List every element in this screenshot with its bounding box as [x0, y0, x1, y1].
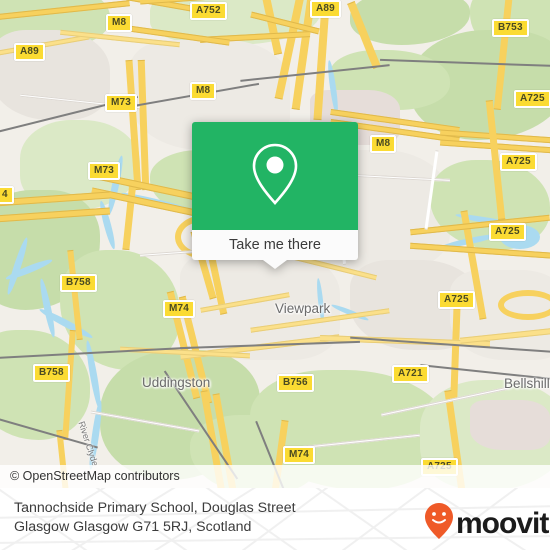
- map-screenshot: A752 M8 A89 B753 A89 M73 M8 A725 M73 M8 A725 4 A725 B…: [0, 0, 550, 550]
- caption-line-2: Glasgow Glasgow G71 5RJ, Scotland: [14, 519, 252, 535]
- take-me-there-popup[interactable]: Take me there: [192, 122, 358, 269]
- map-pin-icon: [247, 140, 303, 213]
- popup-tail: [263, 260, 287, 269]
- moovit-logo[interactable]: moovit: [424, 502, 549, 545]
- place-label: Viewpark: [275, 301, 331, 316]
- osm-attribution[interactable]: © OpenStreetMap contributors: [0, 465, 550, 488]
- popup-pin-panel: [192, 122, 358, 230]
- footer-bar: Tannochside Primary School, Douglas Stre…: [0, 488, 550, 550]
- take-me-there-button[interactable]: Take me there: [192, 230, 358, 260]
- moovit-pin-icon: [424, 502, 454, 545]
- location-caption: Tannochside Primary School, Douglas Stre…: [14, 499, 296, 537]
- place-label: Uddingston: [142, 375, 211, 390]
- place-label: Bellshill: [504, 376, 550, 391]
- moovit-wordmark: moovit: [456, 506, 549, 540]
- caption-line-1: Tannochside Primary School, Douglas Stre…: [14, 500, 296, 516]
